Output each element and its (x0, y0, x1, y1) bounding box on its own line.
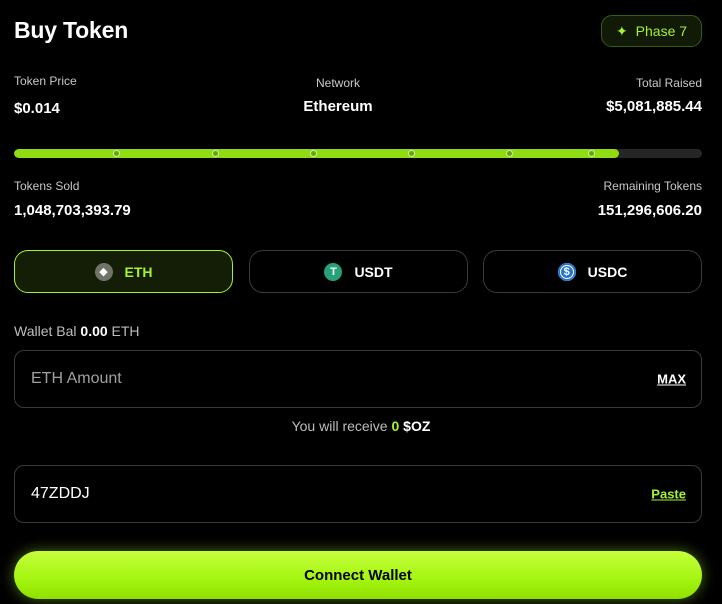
phase-marker (212, 150, 219, 157)
receive-summary: You will receive 0 $OZ (0, 418, 722, 434)
phase-marker (408, 150, 415, 157)
phase-marker (588, 150, 595, 157)
phase-marker (310, 150, 317, 157)
sparkle-icon: ✦ (615, 23, 628, 39)
referral-field: Paste (14, 465, 702, 523)
usdc-icon: $ (557, 262, 576, 281)
currency-label: ETH (124, 263, 153, 280)
wallet-balance-amount: 0.00 (80, 323, 108, 339)
network-label: Network (315, 76, 360, 90)
page-title: Buy Token (14, 17, 129, 43)
wallet-balance: Wallet Bal 0.00 ETH (14, 323, 140, 339)
tokens-sold-label: Tokens Sold (14, 179, 80, 193)
amount-field: MAX (14, 350, 702, 408)
phase-badge[interactable]: ✦ Phase 7 (601, 15, 702, 47)
total-raised-label: Total Raised (635, 76, 702, 90)
wallet-balance-unit: ETH (111, 323, 140, 339)
paste-button[interactable]: Paste (651, 487, 686, 502)
currency-button-usdc[interactable]: $ USDC (483, 250, 702, 293)
referral-code-input[interactable] (31, 466, 571, 522)
tether-icon: T (324, 262, 343, 281)
total-raised-value: $5,081,885.44 (606, 98, 702, 115)
phase-marker (506, 150, 513, 157)
remaining-tokens-value: 151,296,606.20 (597, 202, 702, 219)
tokens-sold-value: 1,048,703,393.79 (14, 202, 131, 219)
currency-button-usdt[interactable]: T USDT (249, 250, 468, 293)
currency-label: USDT (354, 263, 393, 280)
ethereum-icon: ◆ (94, 262, 113, 281)
connect-wallet-button[interactable]: Connect Wallet (14, 551, 702, 599)
max-button[interactable]: MAX (657, 372, 686, 387)
network-value: Ethereum (303, 98, 373, 115)
eth-amount-input[interactable] (31, 351, 571, 407)
remaining-tokens-label: Remaining Tokens (603, 179, 702, 193)
currency-label: USDC (587, 263, 628, 280)
receive-amount: 0 (391, 418, 400, 434)
receive-prefix: You will receive (291, 418, 388, 434)
wallet-balance-label: Wallet Bal (14, 323, 77, 339)
currency-button-eth[interactable]: ◆ ETH (14, 250, 233, 293)
phase-label: Phase 7 (635, 23, 688, 39)
phase-marker (113, 150, 120, 157)
receive-symbol: $OZ (403, 418, 431, 434)
